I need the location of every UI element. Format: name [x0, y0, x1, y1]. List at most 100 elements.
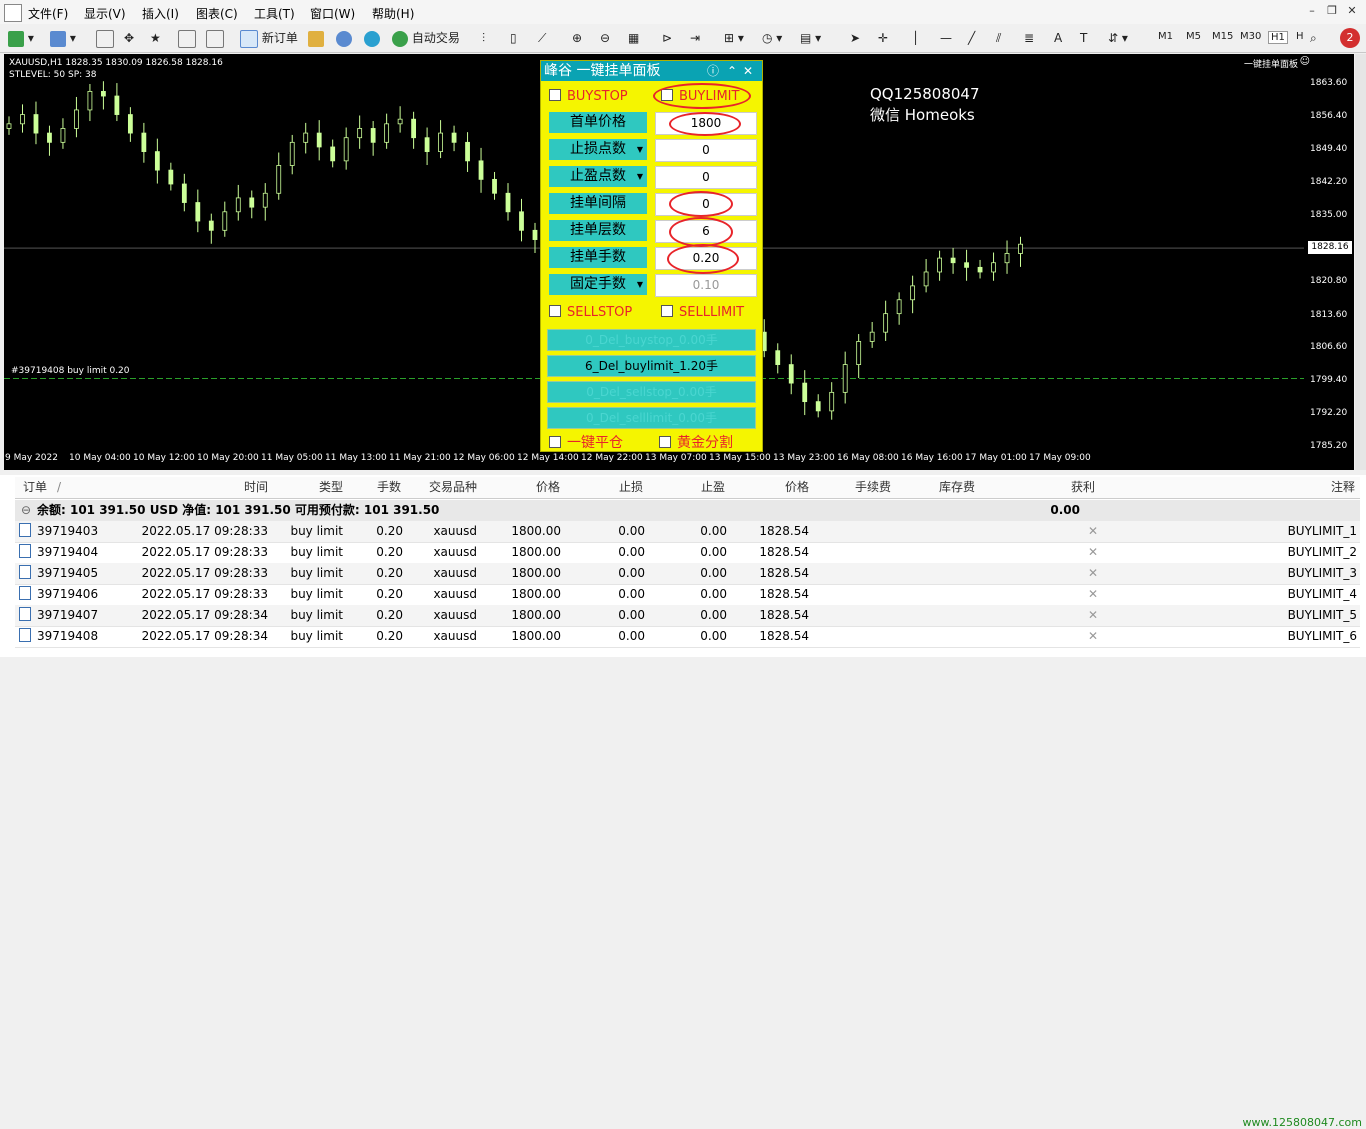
- order-sl[interactable]: 0.00: [567, 563, 645, 584]
- menu-tools[interactable]: 工具(T): [254, 5, 295, 22]
- table-row[interactable]: 39719408 2022.05.17 09:28:34 buy limit 0.20…: [15, 626, 1360, 648]
- bar-chart-icon[interactable]: ⫶: [482, 28, 485, 48]
- tf-m1[interactable]: M1: [1158, 31, 1173, 42]
- market-watch-icon[interactable]: [96, 28, 114, 48]
- tf-h1[interactable]: H1: [1268, 31, 1288, 44]
- col-commission[interactable]: 手续费: [815, 477, 891, 498]
- order-tp[interactable]: 0.00: [651, 605, 727, 626]
- col-tp[interactable]: 止盈: [651, 477, 725, 498]
- indicators-icon[interactable]: ⊞ ▾: [724, 28, 744, 48]
- order-tp[interactable]: 0.00: [651, 521, 727, 542]
- line-chart-icon[interactable]: ⟋: [538, 28, 546, 48]
- chart-scrollbar[interactable]: [1355, 54, 1366, 470]
- buystop-checkbox[interactable]: BUYSTOP: [549, 89, 628, 104]
- order-sl[interactable]: 0.00: [567, 605, 645, 626]
- fixed-lots-dropdown[interactable]: 固定手数 ▼: [549, 274, 647, 295]
- zoom-out-icon[interactable]: ⊖: [600, 28, 610, 48]
- col-order[interactable]: 订单: [23, 477, 47, 498]
- new-order-button[interactable]: 新订单: [240, 28, 298, 48]
- del-sellstop-button[interactable]: 0_Del_sellstop_0.00手: [547, 381, 756, 403]
- delete-order-icon[interactable]: ✕: [1088, 605, 1098, 626]
- menu-file[interactable]: 文件(F): [28, 5, 68, 22]
- menu-insert[interactable]: 插入(I): [142, 5, 179, 22]
- delete-order-icon[interactable]: ✕: [1088, 626, 1098, 647]
- tf-m30[interactable]: M30: [1240, 31, 1261, 42]
- gold-split-checkbox[interactable]: 黄金分割: [659, 432, 733, 452]
- table-row[interactable]: 39719405 2022.05.17 09:28:33 buy limit 0.20…: [15, 563, 1360, 585]
- col-sl[interactable]: 止损: [567, 477, 643, 498]
- zoom-in-icon[interactable]: ⊕: [572, 28, 582, 48]
- chart-shift-icon[interactable]: ⊳: [662, 28, 672, 48]
- help-icon[interactable]: ⓘ: [707, 61, 719, 81]
- metaeditor-icon[interactable]: [308, 28, 324, 48]
- menu-view[interactable]: 显示(V): [84, 5, 126, 22]
- order-tp[interactable]: 0.00: [651, 584, 727, 605]
- signals-icon[interactable]: [336, 28, 352, 48]
- new-chart-icon[interactable]: ▾: [8, 28, 34, 48]
- table-row[interactable]: 39719406 2022.05.17 09:28:33 buy limit 0.20…: [15, 584, 1360, 606]
- col-lots[interactable]: 手数: [351, 477, 401, 498]
- delete-order-icon[interactable]: ✕: [1088, 542, 1098, 563]
- table-row[interactable]: 39719407 2022.05.17 09:28:34 buy limit 0.20…: [15, 605, 1360, 627]
- stoploss-dropdown[interactable]: 止损点数 ▼: [549, 139, 647, 160]
- collapse-icon[interactable]: ⌃: [727, 61, 737, 81]
- sellstop-checkbox[interactable]: SELLSTOP: [549, 305, 632, 320]
- fixed-lots-input[interactable]: 0.10: [655, 274, 757, 297]
- restore-icon[interactable]: ❐: [1322, 4, 1342, 17]
- crosshair-tool-icon[interactable]: ✛: [878, 28, 888, 48]
- order-tp[interactable]: 0.00: [651, 563, 727, 584]
- menu-help[interactable]: 帮助(H): [372, 5, 414, 22]
- table-row[interactable]: 39719404 2022.05.17 09:28:33 buy limit 0.20…: [15, 542, 1360, 564]
- col-profit[interactable]: 获利: [1015, 477, 1095, 498]
- auto-trading-button[interactable]: 自动交易: [392, 28, 460, 48]
- channel-icon[interactable]: ⫽: [996, 28, 1001, 48]
- order-sl[interactable]: 0.00: [567, 542, 645, 563]
- delete-order-icon[interactable]: ✕: [1088, 563, 1098, 584]
- menu-window[interactable]: 窗口(W): [310, 5, 355, 22]
- del-buystop-button[interactable]: 0_Del_buystop_0.00手: [547, 329, 756, 351]
- takeprofit-input[interactable]: 0: [655, 166, 757, 189]
- menu-chart[interactable]: 图表(C): [196, 5, 238, 22]
- col-time[interactable]: 时间: [195, 477, 268, 498]
- templates-icon[interactable]: ▤ ▾: [800, 28, 821, 48]
- delete-order-icon[interactable]: ✕: [1088, 521, 1098, 542]
- text-icon[interactable]: A: [1054, 28, 1062, 48]
- del-buylimit-button[interactable]: 6_Del_buylimit_1.20手: [547, 355, 756, 377]
- minimize-icon[interactable]: –: [1302, 4, 1322, 17]
- notification-badge[interactable]: 2: [1340, 28, 1360, 48]
- profiles-icon[interactable]: ▾: [50, 28, 76, 48]
- text-label-icon[interactable]: T: [1080, 28, 1087, 48]
- order-sl[interactable]: 0.00: [567, 521, 645, 542]
- tile-windows-icon[interactable]: ▦: [628, 28, 639, 48]
- order-sl[interactable]: 0.00: [567, 584, 645, 605]
- takeprofit-dropdown[interactable]: 止盈点数 ▼: [549, 166, 647, 187]
- tf-m15[interactable]: M15: [1212, 31, 1233, 42]
- order-tp[interactable]: 0.00: [651, 542, 727, 563]
- crosshair-icon[interactable]: ✥: [124, 28, 134, 48]
- navigator-icon[interactable]: [178, 28, 196, 48]
- table-row[interactable]: 39719403 2022.05.17 09:28:33 buy limit 0.20…: [15, 521, 1360, 543]
- vertical-line-icon[interactable]: │: [912, 28, 919, 48]
- panel-title-bar[interactable]: 峰谷 一键挂单面板 ⓘ ⌃ ✕: [541, 61, 762, 81]
- tester-icon[interactable]: [206, 28, 224, 48]
- panel-close-icon[interactable]: ✕: [743, 61, 753, 81]
- trendline-icon[interactable]: ╱: [968, 28, 975, 48]
- order-sl[interactable]: 0.00: [567, 626, 645, 647]
- col-type[interactable]: 类型: [275, 477, 343, 498]
- tf-m5[interactable]: M5: [1186, 31, 1201, 42]
- selllimit-checkbox[interactable]: SELLLIMIT: [661, 305, 744, 320]
- col-comment[interactable]: 注释: [1275, 477, 1355, 498]
- del-selllimit-button[interactable]: 0_Del_selllimit_0.00手: [547, 407, 756, 429]
- col-symbol[interactable]: 交易品种: [409, 477, 477, 498]
- col-current-price[interactable]: 价格: [731, 477, 809, 498]
- horizontal-line-icon[interactable]: —: [940, 28, 952, 48]
- arrows-icon[interactable]: ⇵ ▾: [1108, 28, 1128, 48]
- close-icon[interactable]: ✕: [1342, 4, 1362, 17]
- stoploss-input[interactable]: 0: [655, 139, 757, 162]
- autoscroll-icon[interactable]: ⇥: [690, 28, 700, 48]
- tf-more[interactable]: H: [1296, 31, 1304, 42]
- periods-icon[interactable]: ◷ ▾: [762, 28, 782, 48]
- app-icon[interactable]: [4, 4, 22, 22]
- cursor-icon[interactable]: ➤: [850, 28, 860, 48]
- favorites-icon[interactable]: ★: [150, 28, 161, 48]
